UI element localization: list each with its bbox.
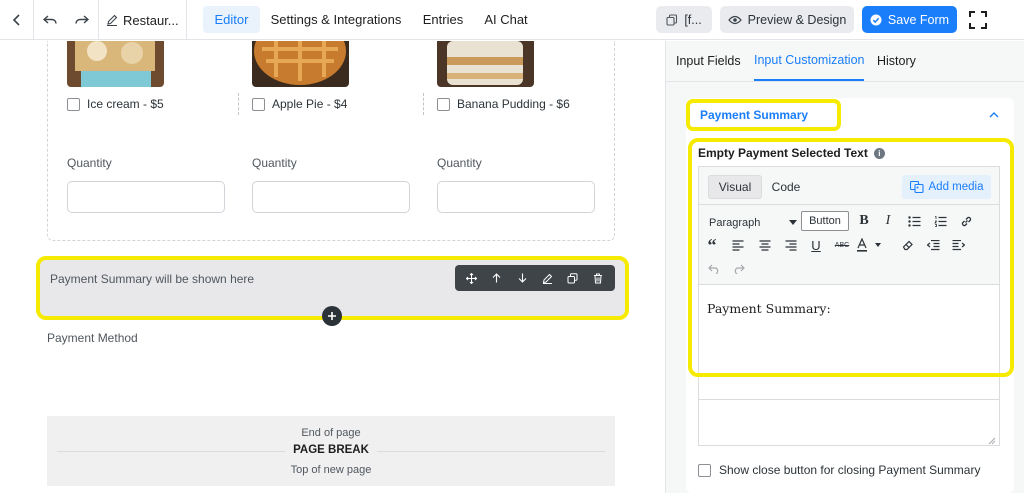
preview-design-button[interactable]: Preview & Design xyxy=(720,6,854,33)
settings-sidebar: Input Fields Input Customization History… xyxy=(665,41,1024,493)
quantity-label: Quantity xyxy=(67,156,112,170)
section-title: Payment Summary xyxy=(700,108,809,122)
trash-icon[interactable] xyxy=(588,268,608,288)
arrow-up-icon[interactable] xyxy=(487,268,507,288)
page-break-field[interactable]: End of page PAGE BREAK Top of new page xyxy=(47,416,615,486)
close-option-label: Show close button for closing Payment Su… xyxy=(719,463,981,477)
resize-handle-icon[interactable] xyxy=(988,434,996,445)
quantity-input[interactable] xyxy=(67,181,225,213)
tab-input-customization[interactable]: Input Customization xyxy=(754,41,865,81)
quantity-label: Quantity xyxy=(252,156,297,170)
tab-settings-integrations[interactable]: Settings & Integrations xyxy=(266,6,406,33)
checkbox[interactable] xyxy=(437,97,450,111)
shortcode-button[interactable]: [f... xyxy=(656,6,712,33)
shortcode-text: [f... xyxy=(684,12,702,27)
pencil-icon xyxy=(107,14,118,26)
quantity-input[interactable] xyxy=(437,181,595,213)
form-title[interactable]: Restaur... xyxy=(106,0,179,40)
item-label: Apple Pie - $4 xyxy=(272,97,348,111)
tab-ai-chat[interactable]: AI Chat xyxy=(478,6,534,33)
fullscreen-icon[interactable] xyxy=(964,6,991,33)
payment-method-label: Payment Method xyxy=(47,331,138,345)
tab-history[interactable]: History xyxy=(877,41,916,81)
copy-icon xyxy=(666,13,678,26)
redo-icon[interactable] xyxy=(70,0,94,40)
edit-icon[interactable] xyxy=(538,268,558,288)
show-close-button-option[interactable]: Show close button for closing Payment Su… xyxy=(698,463,980,477)
arrow-down-icon[interactable] xyxy=(512,268,532,288)
top-of-new-page-text: Top of new page xyxy=(290,464,372,476)
undo-icon[interactable] xyxy=(38,0,62,40)
item-option-banana-pudding[interactable]: Banana Pudding - $6 xyxy=(437,97,570,111)
save-label: Save Form xyxy=(887,12,950,27)
save-form-button[interactable]: Save Form xyxy=(862,6,957,33)
field-action-toolbar xyxy=(455,265,615,291)
quantity-input[interactable] xyxy=(252,181,410,213)
move-icon[interactable] xyxy=(462,268,482,288)
page-break-title: PAGE BREAK xyxy=(285,444,377,456)
chevron-up-icon[interactable] xyxy=(987,108,1001,122)
payment-summary-section-header[interactable]: Payment Summary xyxy=(686,99,841,131)
banana-pudding-image xyxy=(437,41,534,87)
checkbox[interactable] xyxy=(67,97,80,111)
duplicate-icon[interactable] xyxy=(563,268,583,288)
apple-pie-image xyxy=(252,41,349,87)
check-circle-icon xyxy=(870,14,882,25)
checkbox[interactable] xyxy=(698,463,711,477)
add-field-plus-icon[interactable] xyxy=(322,306,342,326)
item-label: Ice cream - $5 xyxy=(87,97,164,111)
item-selection-field[interactable]: Ice cream - $5 Apple Pie - $4 Banana Pud… xyxy=(47,41,615,241)
quantity-label: Quantity xyxy=(437,156,482,170)
form-title-text: Restaur... xyxy=(123,12,179,28)
tab-entries[interactable]: Entries xyxy=(415,6,471,33)
ice-cream-image xyxy=(67,41,164,87)
preview-label: Preview & Design xyxy=(747,12,847,27)
item-option-ice-cream[interactable]: Ice cream - $5 xyxy=(67,97,164,111)
form-canvas: Ice cream - $5 Apple Pie - $4 Banana Pud… xyxy=(0,41,665,493)
tab-editor[interactable]: Editor xyxy=(203,6,260,33)
checkbox[interactable] xyxy=(252,97,265,111)
end-of-page-text: End of page xyxy=(301,427,361,439)
back-chevron-icon[interactable] xyxy=(4,0,30,40)
tab-input-fields[interactable]: Input Fields xyxy=(676,41,741,81)
payment-summary-placeholder: Payment Summary will be shown here xyxy=(50,272,255,286)
editor-highlight-frame xyxy=(688,138,1014,377)
top-bar: Restaur... Editor Settings & Integration… xyxy=(0,0,1024,40)
eye-icon xyxy=(727,15,742,24)
item-option-apple-pie[interactable]: Apple Pie - $4 xyxy=(252,97,347,111)
item-label: Banana Pudding - $6 xyxy=(457,97,570,111)
